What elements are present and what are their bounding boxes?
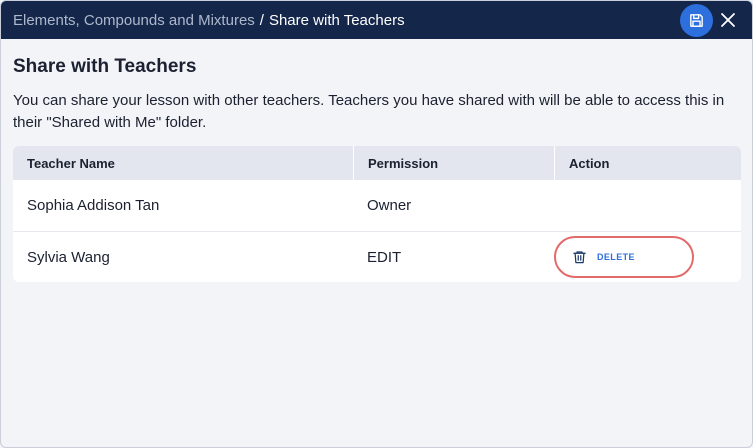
- close-button[interactable]: [718, 10, 738, 30]
- permission-cell: Owner: [367, 197, 412, 214]
- column-header-action: Action: [554, 146, 741, 180]
- table-header: Teacher Name Permission Action: [13, 146, 741, 180]
- delete-button-label: DELETE: [597, 252, 635, 262]
- action-cell: DELETE: [554, 232, 741, 282]
- column-header-teacher-name: Teacher Name: [27, 155, 115, 171]
- page-title: Share with Teachers: [13, 56, 197, 77]
- teacher-name-cell: Sylvia Wang: [27, 248, 110, 266]
- breadcrumb: Elements, Compounds and Mixtures / Share…: [13, 12, 405, 29]
- teacher-name-cell: Sophia Addison Tan: [27, 197, 160, 214]
- dialog-content: Share with Teachers You can share your l…: [1, 56, 752, 282]
- action-cell: [554, 180, 741, 231]
- trash-icon: [573, 251, 586, 264]
- breadcrumb-separator: /: [259, 11, 264, 29]
- close-icon: [721, 13, 735, 27]
- breadcrumb-current: Share with Teachers: [268, 11, 405, 29]
- table-row: Sophia Addison Tan Owner: [13, 180, 741, 231]
- save-button[interactable]: [680, 4, 713, 37]
- table-row: Sylvia Wang EDIT DELETE: [13, 231, 741, 282]
- breadcrumb-parent[interactable]: Elements, Compounds and Mixtures: [13, 12, 255, 29]
- delete-button[interactable]: DELETE: [554, 236, 694, 278]
- dialog-header: Elements, Compounds and Mixtures / Share…: [1, 1, 752, 39]
- floppy-disk-icon: [690, 14, 703, 27]
- share-dialog: Elements, Compounds and Mixtures / Share…: [0, 0, 753, 448]
- column-header-permission: Permission: [353, 146, 554, 180]
- page-description: You can share your lesson with other tea…: [13, 92, 725, 131]
- teacher-share-table: Teacher Name Permission Action Sophia Ad…: [13, 146, 741, 282]
- permission-cell: EDIT: [367, 248, 402, 266]
